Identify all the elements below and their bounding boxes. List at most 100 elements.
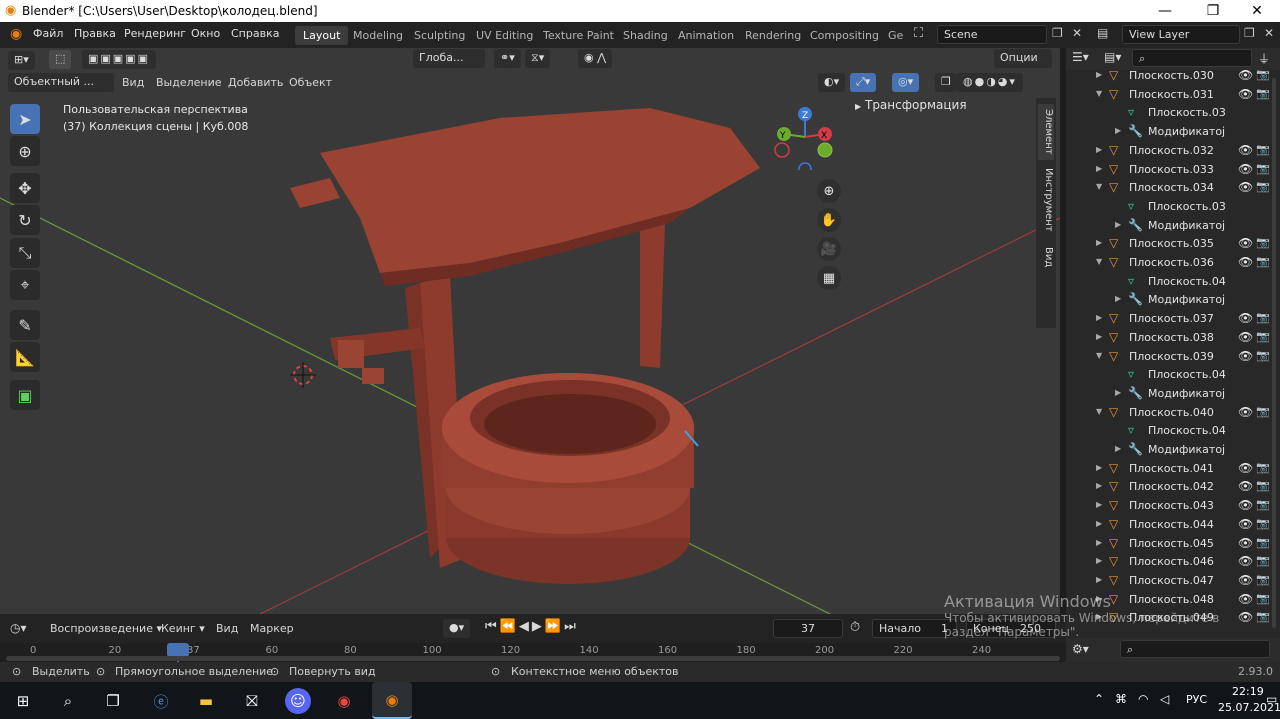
visibility-eye-icon[interactable]: 👁 [1238, 349, 1253, 363]
visibility-eye-icon[interactable]: 👁 [1238, 479, 1253, 493]
transform-orientation-dropdown[interactable]: Глоба... [413, 49, 485, 68]
visibility-eye-icon[interactable]: 👁 [1238, 180, 1253, 194]
marker-menu[interactable]: Маркер [250, 622, 294, 635]
pan-hand-icon[interactable]: ✋ [817, 208, 841, 232]
auto-keying-icon[interactable]: ●▾ [443, 619, 471, 638]
outliner-row[interactable]: ▶ ▽ Плоскость.042 👁 📷 [1066, 478, 1280, 497]
outliner-row[interactable]: ▿ Плоскость.03 [1066, 198, 1280, 217]
menu-object[interactable]: Объект [289, 76, 332, 89]
visibility-eye-icon[interactable]: 👁 [1238, 592, 1253, 606]
expand-arrow-icon[interactable]: ▶ [1096, 313, 1102, 322]
blender-taskbar-icon[interactable]: ◉ [372, 682, 412, 719]
tab-shading[interactable]: Shading [615, 26, 676, 45]
zoom-icon[interactable]: ⊕ [817, 179, 841, 203]
proportional-edit-icon[interactable]: ◉ ⋀ [578, 49, 613, 68]
outliner-row[interactable]: ▶ ▽ Плоскость.035 👁 📷 [1066, 235, 1280, 254]
tab-uv-editing[interactable]: UV Editing [468, 26, 541, 45]
edge-icon[interactable]: ⓔ [148, 688, 174, 714]
tab-view[interactable]: Вид [1038, 240, 1054, 274]
timeline-ruler[interactable]: 0 20 37 60 80 100 120 140 160 180 200 220 240 [0, 643, 1066, 662]
outliner-row[interactable]: ▶ ▽ Плоскость.046 👁 📷 [1066, 553, 1280, 572]
render-camera-icon[interactable]: 📷 [1256, 87, 1270, 100]
search-icon[interactable]: ⌕ [55, 688, 81, 714]
expand-arrow-icon[interactable]: ▶ [1115, 220, 1121, 229]
playback-controls[interactable]: ⏮⏪◀▶⏩⏭ [485, 619, 579, 634]
outliner-row[interactable]: ▼ ▽ Плоскость.036 👁 📷 [1066, 254, 1280, 273]
tray-network-icon[interactable]: ⌘ [1115, 692, 1127, 706]
menu-select[interactable]: Выделение [156, 76, 222, 89]
outliner-row[interactable]: ▶ ▽ Плоскость.032 👁 📷 [1066, 142, 1280, 161]
visibility-eye-icon[interactable]: 👁 [1238, 68, 1253, 82]
timeline-editor-icon[interactable]: ◷▾ [10, 621, 27, 635]
outliner-row[interactable]: ▶ 🔧 Модификатој [1066, 291, 1280, 310]
tool-move[interactable]: ✥ [10, 173, 40, 203]
language-indicator[interactable]: РУС [1186, 693, 1207, 706]
expand-arrow-icon[interactable]: ▶ [1115, 294, 1121, 303]
chrome-icon[interactable]: ◉ [331, 688, 357, 714]
render-camera-icon[interactable]: 📷 [1256, 68, 1270, 81]
visibility-eye-icon[interactable]: 👁 [1238, 498, 1253, 512]
filter-icon[interactable]: ⏚ [1258, 50, 1270, 67]
menu-view[interactable]: Вид [122, 76, 144, 89]
outliner-row[interactable]: ▶ ▽ Плоскость.037 👁 📷 [1066, 310, 1280, 329]
outliner-scrollbar[interactable] [1272, 78, 1276, 628]
tab-rendering[interactable]: Rendering [737, 26, 809, 45]
delete-scene-icon[interactable]: ✕ [1072, 26, 1082, 40]
tab-tool[interactable]: Инструмент [1038, 166, 1054, 234]
delete-view-layer-icon[interactable]: ✕ [1264, 26, 1274, 40]
menu-file[interactable]: Файл [33, 27, 63, 40]
visibility-eye-icon[interactable]: 👁 [1238, 87, 1253, 101]
tool-rotate[interactable]: ↻ [10, 205, 40, 235]
outliner-row[interactable]: ▼ ▽ Плоскость.031 👁 📷 [1066, 86, 1280, 105]
visibility-eye-icon[interactable]: 👁 [1238, 162, 1253, 176]
render-camera-icon[interactable]: 📷 [1256, 180, 1270, 193]
render-camera-icon[interactable]: 📷 [1256, 461, 1270, 474]
clock-time[interactable]: 22:19 [1232, 685, 1264, 698]
tab-animation[interactable]: Animation [670, 26, 742, 45]
expand-arrow-icon[interactable]: ▶ [1115, 388, 1121, 397]
minimize-button[interactable]: — [1142, 0, 1188, 22]
outliner-row[interactable]: ▶ ▽ Плоскость.044 👁 📷 [1066, 516, 1280, 535]
render-camera-icon[interactable]: 📷 [1256, 162, 1270, 175]
task-view-icon[interactable]: ❐ [100, 688, 126, 714]
render-camera-icon[interactable]: 📷 [1256, 498, 1270, 511]
close-button[interactable]: ✕ [1234, 0, 1280, 22]
editor-type-icon[interactable]: ⊞▾ [8, 51, 35, 70]
keying-menu[interactable]: Кеинг ▾ [161, 622, 205, 635]
menu-render[interactable]: Рендеринг [124, 27, 186, 40]
timeline-panel[interactable]: ◷▾ Воспроизведение ▾ Кеинг ▾ Вид Маркер … [0, 614, 1066, 662]
view-layer-icon[interactable]: ▤ [1097, 26, 1108, 40]
tray-volume-icon[interactable]: ◁ [1160, 692, 1169, 706]
tool-select-box[interactable]: ➤ [10, 104, 40, 134]
expand-arrow-icon[interactable]: ▼ [1096, 89, 1102, 98]
outliner-row[interactable]: ▶ ▽ Плоскость.041 👁 📷 [1066, 460, 1280, 479]
timeline-view-menu[interactable]: Вид [216, 622, 238, 635]
tab-item[interactable]: Элемент [1038, 104, 1054, 160]
visibility-eye-icon[interactable]: 👁 [1238, 554, 1253, 568]
discord-icon[interactable]: ☺ [285, 688, 311, 714]
visibility-eye-icon[interactable]: 👁 [1238, 143, 1253, 157]
store-icon[interactable]: ⛝ [239, 688, 265, 714]
expand-arrow-icon[interactable]: ▼ [1096, 351, 1102, 360]
render-camera-icon[interactable]: 📷 [1256, 311, 1270, 324]
outliner-row[interactable]: ▼ ▽ Плоскость.034 👁 📷 [1066, 179, 1280, 198]
expand-arrow-icon[interactable]: ▶ [1096, 500, 1102, 509]
pivot-icon[interactable]: ⚭▾ [494, 49, 521, 68]
outliner-row[interactable]: ▶ ▽ Плоскость.047 👁 📷 [1066, 572, 1280, 591]
render-camera-icon[interactable]: 📷 [1256, 330, 1270, 343]
render-camera-icon[interactable]: 📷 [1256, 236, 1270, 249]
transform-panel-header[interactable]: ▶ Трансформация [855, 98, 967, 112]
visibility-eye-icon[interactable]: 👁 [1238, 236, 1253, 250]
visibility-eye-icon[interactable]: 👁 [1238, 461, 1253, 475]
ortho-grid-icon[interactable]: ▦ [817, 266, 841, 290]
outliner-row[interactable]: ▶ 🔧 Модификатој [1066, 385, 1280, 404]
playhead[interactable] [166, 643, 189, 657]
expand-arrow-icon[interactable]: ▶ [1096, 164, 1102, 173]
expand-arrow-icon[interactable]: ▶ [1096, 332, 1102, 341]
render-camera-icon[interactable]: 📷 [1256, 554, 1270, 567]
tool-annotate[interactable]: ✎ [10, 310, 40, 340]
display-mode-icon[interactable]: ▤▾ [1104, 50, 1121, 64]
overlay-toggle-icon[interactable]: ◎▾ [892, 73, 920, 92]
navigation-gizmo[interactable]: Z X Y [772, 104, 838, 170]
outliner-panel[interactable]: ☰▾ ▤▾ ⌕ ⏚ ▶ ▽ Плоскость.030 👁 📷 ▼ ▽ Плоскость.0… [1066, 48, 1280, 638]
